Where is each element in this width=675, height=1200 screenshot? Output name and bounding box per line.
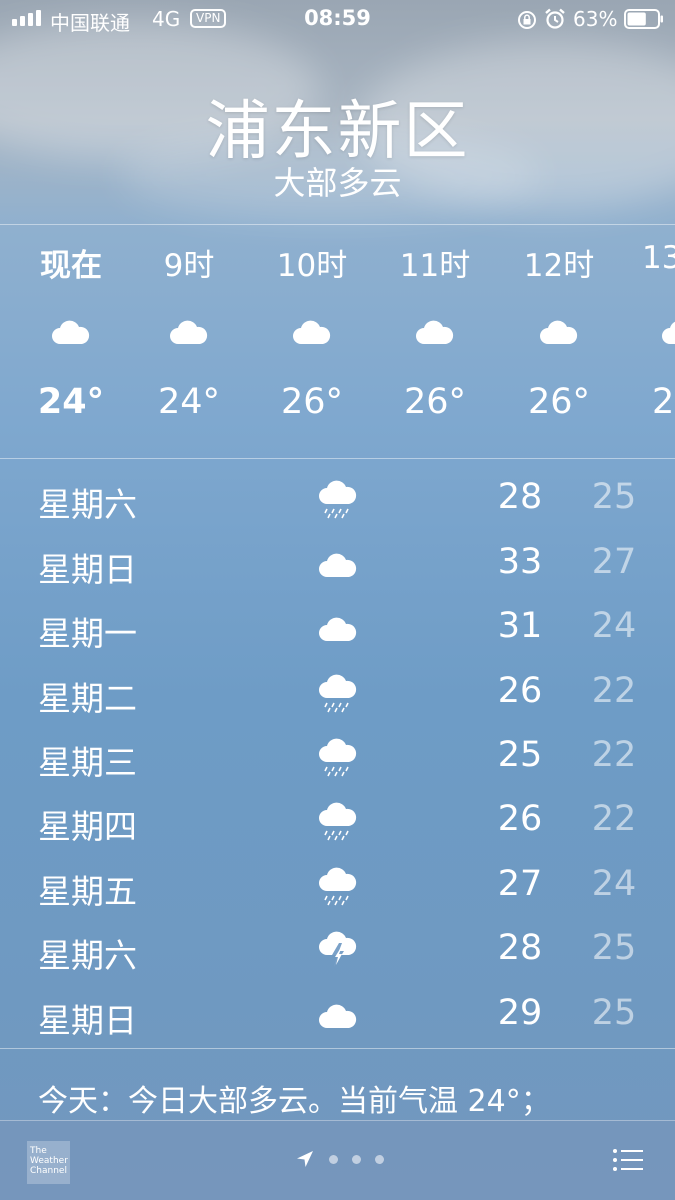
today-summary: 今天：今日大部多云。当前气温 24°； <box>38 1084 551 1119</box>
low-temperature: 24 <box>591 864 637 904</box>
weather-channel-logo-text: The Weather Channel <box>30 1146 68 1176</box>
high-temperature: 27 <box>497 864 543 904</box>
daily-row: 星期二 26 22 <box>0 664 675 728</box>
high-temperature: 29 <box>497 993 543 1033</box>
low-temperature: 22 <box>591 735 637 775</box>
thunderstorm-icon <box>319 931 357 967</box>
day-name: 星期六 <box>38 936 137 975</box>
day-name: 星期日 <box>38 1001 137 1040</box>
daily-row: 星期五 27 24 <box>0 857 675 921</box>
daily-row: 星期四 26 22 <box>0 792 675 856</box>
divider <box>0 1048 675 1049</box>
battery-icon <box>624 9 663 29</box>
bottom-toolbar: The Weather Channel <box>0 1120 675 1200</box>
hour-temperature: 2 <box>652 382 675 422</box>
cloud-icon <box>319 617 357 641</box>
rain-icon <box>319 738 357 777</box>
day-name: 星期一 <box>38 614 137 653</box>
low-temperature: 24 <box>591 606 637 646</box>
page-dot[interactable] <box>375 1155 384 1164</box>
hour-label: 现在 <box>40 248 102 284</box>
hourly-item: 9时 24° <box>134 240 244 422</box>
high-temperature: 26 <box>497 799 543 839</box>
hour-temperature: 26° <box>280 382 344 422</box>
high-temperature: 28 <box>497 477 543 517</box>
day-name: 星期五 <box>38 872 137 911</box>
battery-percentage: 63% <box>573 7 618 31</box>
current-condition: 大部多云 <box>273 164 402 202</box>
cloud-icon <box>662 321 675 344</box>
weather-screen: 中国联通 4G VPN 08:59 63% 浦东新区 大部多云 现在 24° 9… <box>0 0 675 1200</box>
low-temperature: 22 <box>591 799 637 839</box>
alarm-clock-icon <box>545 8 565 29</box>
hour-temperature: 24° <box>37 382 105 422</box>
high-temperature: 25 <box>497 735 543 775</box>
low-temperature: 22 <box>591 671 637 711</box>
page-indicator[interactable] <box>329 1155 384 1164</box>
high-temperature: 28 <box>497 928 543 968</box>
cloud-icon <box>319 1004 357 1028</box>
cloud-icon <box>170 320 208 344</box>
hour-label: 11时 <box>399 248 471 284</box>
status-bar: 中国联通 4G VPN 08:59 63% <box>0 0 675 38</box>
daily-row: 星期日 29 25 <box>0 986 675 1050</box>
cloud-icon <box>52 320 90 344</box>
rain-icon <box>319 480 357 519</box>
hour-label: 10时 <box>276 248 348 284</box>
cloud-icon <box>416 320 454 344</box>
page-dot[interactable] <box>352 1155 361 1164</box>
rain-icon <box>319 867 357 906</box>
low-temperature: 25 <box>591 993 637 1033</box>
hour-label: 13 <box>642 240 675 276</box>
rotation-lock-icon <box>518 11 536 29</box>
hourly-item: 11时 26° <box>380 240 490 422</box>
day-name: 星期四 <box>38 807 137 846</box>
hour-label: 12时 <box>523 248 595 284</box>
hour-label: 9时 <box>163 248 215 284</box>
high-temperature: 31 <box>497 606 543 646</box>
page-dot[interactable] <box>329 1155 338 1164</box>
high-temperature: 26 <box>497 671 543 711</box>
divider <box>0 458 675 459</box>
hourly-item-partial: 13 2 <box>628 240 675 422</box>
daily-row: 星期六 28 25 <box>0 921 675 985</box>
rain-icon <box>319 802 357 841</box>
daily-row: 星期六 28 25 <box>0 470 675 534</box>
rain-icon <box>319 674 357 713</box>
daily-row: 星期日 33 27 <box>0 535 675 599</box>
hour-temperature: 26° <box>527 382 591 422</box>
cloud-icon <box>293 320 331 344</box>
cloud-icon <box>540 320 578 344</box>
day-name: 星期日 <box>38 550 137 589</box>
day-name: 星期三 <box>38 743 137 782</box>
low-temperature: 27 <box>591 542 637 582</box>
high-temperature: 33 <box>497 542 543 582</box>
hourly-item: 12时 26° <box>504 240 614 422</box>
cloud-icon <box>319 553 357 577</box>
low-temperature: 25 <box>591 477 637 517</box>
daily-row: 星期三 25 22 <box>0 728 675 792</box>
daily-row: 星期一 31 24 <box>0 599 675 663</box>
day-name: 星期二 <box>38 679 137 718</box>
day-name: 星期六 <box>38 485 137 524</box>
divider <box>0 224 675 225</box>
list-icon[interactable] <box>612 1147 644 1173</box>
hour-temperature: 24° <box>157 382 221 422</box>
hour-temperature: 26° <box>403 382 467 422</box>
current-location-icon[interactable] <box>295 1149 315 1169</box>
hourly-item: 10时 26° <box>257 240 367 422</box>
weather-channel-logo[interactable]: The Weather Channel <box>27 1141 70 1184</box>
hourly-item-now: 现在 24° <box>16 240 126 422</box>
low-temperature: 25 <box>591 928 637 968</box>
